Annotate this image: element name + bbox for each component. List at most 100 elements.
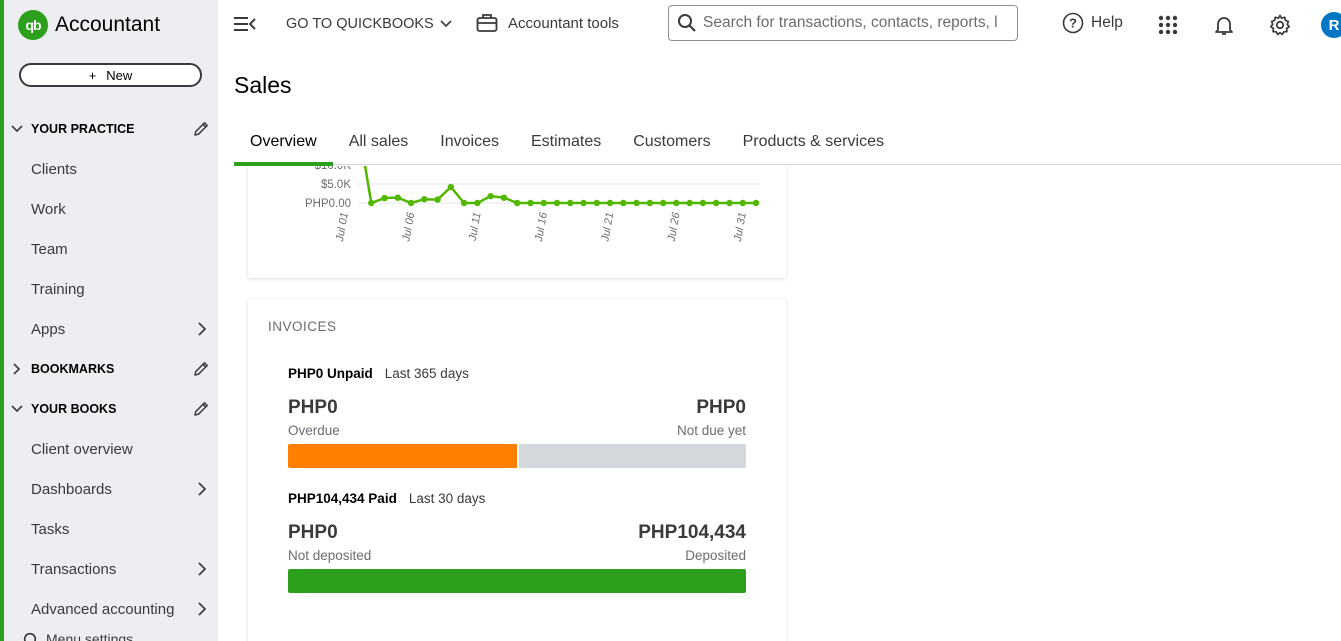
y-tick-label: $5.0K [321, 179, 351, 191]
chevron-right-icon [198, 322, 207, 336]
sidebar-item-training[interactable]: Training [4, 269, 218, 309]
invoices-card: INVOICES PHP0 Unpaid Last 365 days PHP0 O… [248, 299, 786, 641]
paid-amount-label: PHP104,434 Paid [288, 491, 397, 506]
search-icon [678, 14, 696, 32]
search-box[interactable] [668, 5, 1018, 41]
unpaid-summary[interactable]: PHP0 Unpaid Last 365 days [288, 366, 469, 381]
sidebar-section-your-practice[interactable]: YOUR PRACTICE [4, 109, 218, 149]
help-button[interactable]: ? Help [1062, 12, 1123, 34]
new-button[interactable]: + New [19, 63, 202, 87]
data-point [659, 199, 667, 207]
main-content: $10.0K $5.0K PHP0.00 Jul 01 Jul 06 Jul 11 Jul … [218, 166, 1341, 641]
tab-all-sales[interactable]: All sales [333, 125, 425, 165]
data-point [686, 199, 693, 207]
help-label: Help [1091, 14, 1123, 31]
unpaid-amount-label: PHP0 Unpaid [288, 366, 373, 381]
help-icon: ? [1062, 12, 1084, 34]
paid-summary[interactable]: PHP104,434 Paid Last 30 days [288, 491, 485, 506]
gear-icon[interactable] [1268, 13, 1292, 37]
collapse-menu-icon[interactable] [234, 14, 256, 34]
data-point [381, 194, 388, 202]
chevron-down-icon [440, 20, 452, 28]
sidebar-item-dashboards[interactable]: Dashboards [4, 469, 218, 509]
sidebar-item-advanced-accounting[interactable]: Advanced accounting [4, 589, 218, 629]
data-point [646, 199, 654, 207]
data-point [752, 199, 760, 207]
left-sidebar: qb Accountant + New YOUR PRACTICE Clients… [0, 0, 218, 641]
sales-line-chart: $10.0K $5.0K PHP0.00Jul 01 Jul 06 Jul 11 Jul … [305, 166, 760, 244]
sales-tabs: Overview All sales Invoices Estimates Custom… [234, 125, 1341, 166]
data-point [593, 199, 600, 207]
deposited-amount[interactable]: PHP104,434 [638, 522, 746, 544]
sidebar-item-client-overview[interactable]: Client overview [4, 429, 218, 469]
overdue-bar-segment[interactable] [288, 444, 517, 468]
tab-estimates[interactable]: Estimates [515, 125, 617, 165]
plus-icon: + [88, 67, 97, 83]
data-point [447, 183, 455, 191]
data-point [527, 199, 534, 207]
tab-customers[interactable]: Customers [617, 125, 726, 165]
x-tick-label: Jul 06 [400, 211, 417, 244]
sidebar-item-label: Advanced accounting [31, 600, 175, 618]
sidebar-item-transactions[interactable]: Transactions [4, 549, 218, 589]
data-point [553, 199, 561, 207]
sidebar-item-team[interactable]: Team [4, 229, 218, 269]
chevron-down-icon [11, 125, 23, 133]
sidebar-item-label: Clients [31, 160, 77, 178]
data-point [726, 199, 733, 207]
data-point [368, 199, 375, 207]
user-avatar[interactable]: R [1321, 12, 1341, 38]
sidebar-section-your-books[interactable]: YOUR BOOKS [4, 389, 218, 429]
data-point [407, 199, 415, 207]
data-point [606, 199, 614, 207]
sidebar-section-bookmarks[interactable]: BOOKMARKS [4, 349, 218, 389]
sidebar-item-apps[interactable]: Apps [4, 309, 218, 349]
apps-grid-icon[interactable] [1156, 13, 1180, 37]
page-title: Sales [234, 72, 292, 98]
invoices-title: INVOICES [268, 319, 337, 334]
sidebar-item-label: Training [31, 280, 85, 298]
sidebar-nav: YOUR PRACTICE Clients Work Team Training Apps… [4, 109, 218, 629]
data-point [474, 199, 481, 207]
chevron-right-icon [13, 363, 21, 375]
sidebar-item-label: Transactions [31, 560, 117, 578]
not-deposited-amount[interactable]: PHP0 [288, 522, 338, 544]
menu-settings-label: Menu settings [46, 631, 134, 641]
search-input[interactable] [703, 14, 1013, 32]
tab-overview[interactable]: Overview [234, 125, 333, 166]
pencil-icon[interactable] [192, 120, 210, 138]
y-tick-label: $10.0K [315, 166, 352, 172]
not-deposited-label: Not deposited [288, 548, 372, 563]
chevron-right-icon [198, 562, 207, 576]
pencil-icon[interactable] [192, 400, 210, 418]
sidebar-item-work[interactable]: Work [4, 189, 218, 229]
data-point [540, 199, 547, 207]
not-due-amount[interactable]: PHP0 [696, 397, 746, 419]
data-point [699, 199, 707, 207]
data-point [460, 199, 468, 207]
bell-icon[interactable] [1212, 13, 1236, 37]
overdue-label: Overdue [288, 423, 340, 438]
y-tick-label: PHP0.00 [305, 198, 351, 210]
paid-period: Last 30 days [408, 491, 486, 506]
deposited-bar-segment[interactable] [288, 569, 746, 593]
tab-products-services[interactable]: Products & services [727, 125, 900, 165]
tab-invoices[interactable]: Invoices [424, 125, 515, 165]
sidebar-item-label: Work [31, 200, 66, 218]
pencil-icon[interactable] [192, 360, 210, 378]
not-due-bar-segment[interactable] [519, 444, 746, 468]
sidebar-item-clients[interactable]: Clients [4, 149, 218, 189]
chevron-right-icon [198, 482, 207, 496]
go-to-quickbooks-dropdown[interactable]: GO TO QUICKBOOKS [286, 16, 452, 32]
sidebar-item-tasks[interactable]: Tasks [4, 509, 218, 549]
data-point [514, 199, 521, 207]
sidebar-item-label: Client overview [31, 440, 133, 458]
brand[interactable]: qb Accountant [18, 10, 160, 40]
accountant-tools-button[interactable]: Accountant tools [476, 13, 619, 33]
quickbooks-logo-icon: qb [18, 10, 48, 40]
data-point [580, 199, 587, 207]
overdue-amount[interactable]: PHP0 [288, 397, 338, 419]
menu-settings[interactable]: Menu settings [22, 631, 133, 641]
briefcase-icon [476, 14, 498, 32]
go-to-quickbooks-label: GO TO QUICKBOOKS [286, 16, 434, 32]
